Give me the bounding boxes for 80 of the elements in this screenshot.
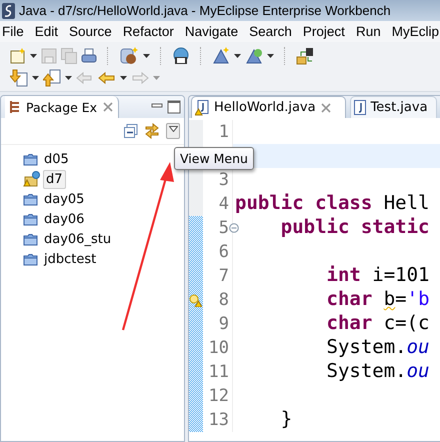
line-number: 5 [218,218,229,238]
menu-item[interactable]: Project [302,24,351,39]
menu-item[interactable]: Refactor [122,24,180,39]
caret-icon[interactable] [267,54,274,58]
line-number: 6 [218,242,229,262]
last-edit-icon [76,70,94,86]
link-editor-icon[interactable] [144,123,160,139]
fold-icon[interactable] [229,223,239,233]
database-icon[interactable] [296,47,314,65]
view-tab[interactable]: Package Ex [5,96,120,118]
forward-arrow-icon [131,70,149,86]
caret-icon[interactable] [32,76,39,80]
app-icon [2,2,15,18]
line-number: 4 [218,194,229,214]
tree-item[interactable]: d7 [43,170,66,188]
caret-icon[interactable] [234,54,241,58]
caret-icon[interactable] [120,76,127,80]
caret-icon[interactable] [30,54,37,58]
tree-item[interactable]: day05 [41,190,88,208]
menu-item[interactable]: File [1,24,30,39]
menu-item[interactable]: Search [248,24,298,39]
line-number: 9 [218,314,229,334]
view-menu-button[interactable] [166,123,180,139]
close-icon[interactable] [103,102,114,112]
tooltip: View Menu [174,147,254,170]
line-number: 11 [208,362,229,382]
menu-item[interactable]: Edit [34,24,64,39]
code-line: public class Hell [235,192,430,214]
folder-icon [23,192,38,206]
menu-item[interactable]: MyEclip [390,24,440,39]
server-icon[interactable] [119,47,139,65]
print-icon[interactable] [81,48,97,64]
caret-icon[interactable] [143,54,150,58]
new-window-icon[interactable] [10,48,26,64]
folder-icon [23,252,38,266]
line-number: 8 [218,290,229,310]
line-number: 13 [208,410,229,430]
line-number: 7 [218,266,229,286]
wizard-icon[interactable] [212,47,230,65]
deploy-icon[interactable] [245,47,263,65]
next-annotation-icon[interactable] [10,69,28,87]
save-all-icon [61,48,77,64]
tree-item[interactable]: jdbctest [41,250,100,268]
code-line: System.ou [326,336,430,358]
quick-fix-warning-icon[interactable] [189,294,202,306]
maximize-icon[interactable] [167,100,181,114]
line-number: 1 [218,122,229,142]
collapse-all-icon[interactable] [124,124,138,138]
code-line: char b='b [326,288,430,310]
triangle-icon [168,126,178,132]
save-icon [41,48,57,64]
folder-icon [23,232,38,246]
menu-item[interactable]: Source [68,24,118,39]
editor-tab[interactable]: Test.java [350,96,437,118]
line-number: 10 [208,338,229,358]
java-file-icon [354,100,366,116]
folder-icon [23,152,38,166]
globe-icon[interactable] [172,47,190,65]
code-line: public static [280,216,430,238]
caret-icon [153,76,160,80]
tree-item[interactable]: day06 [41,210,88,228]
project-folder-icon [23,171,40,187]
tree-item[interactable]: day06_stu [41,230,114,248]
line-number: 3 [218,170,229,190]
menu-item[interactable]: Navigate [184,24,244,39]
code-line: char c=(c [326,312,430,334]
previous-annotation-icon[interactable] [43,69,61,87]
editor-tab[interactable]: HelloWorld.java [191,96,346,118]
tree-item[interactable]: d05 [41,150,72,168]
line-number: 12 [208,386,229,406]
code-line: System.ou [326,360,430,382]
menu-item[interactable]: Run [354,24,387,39]
java-file-warning-icon [195,100,209,116]
code-line: } [280,408,292,430]
code-line: int i=101 [326,264,430,286]
close-icon[interactable] [320,102,331,112]
folder-icon [23,212,38,226]
caret-icon[interactable] [65,76,72,80]
window-title: Java - d7/src/HelloWorld.java - MyEclipse Enterprise Workbench [19,3,391,18]
package-icon [10,100,20,114]
